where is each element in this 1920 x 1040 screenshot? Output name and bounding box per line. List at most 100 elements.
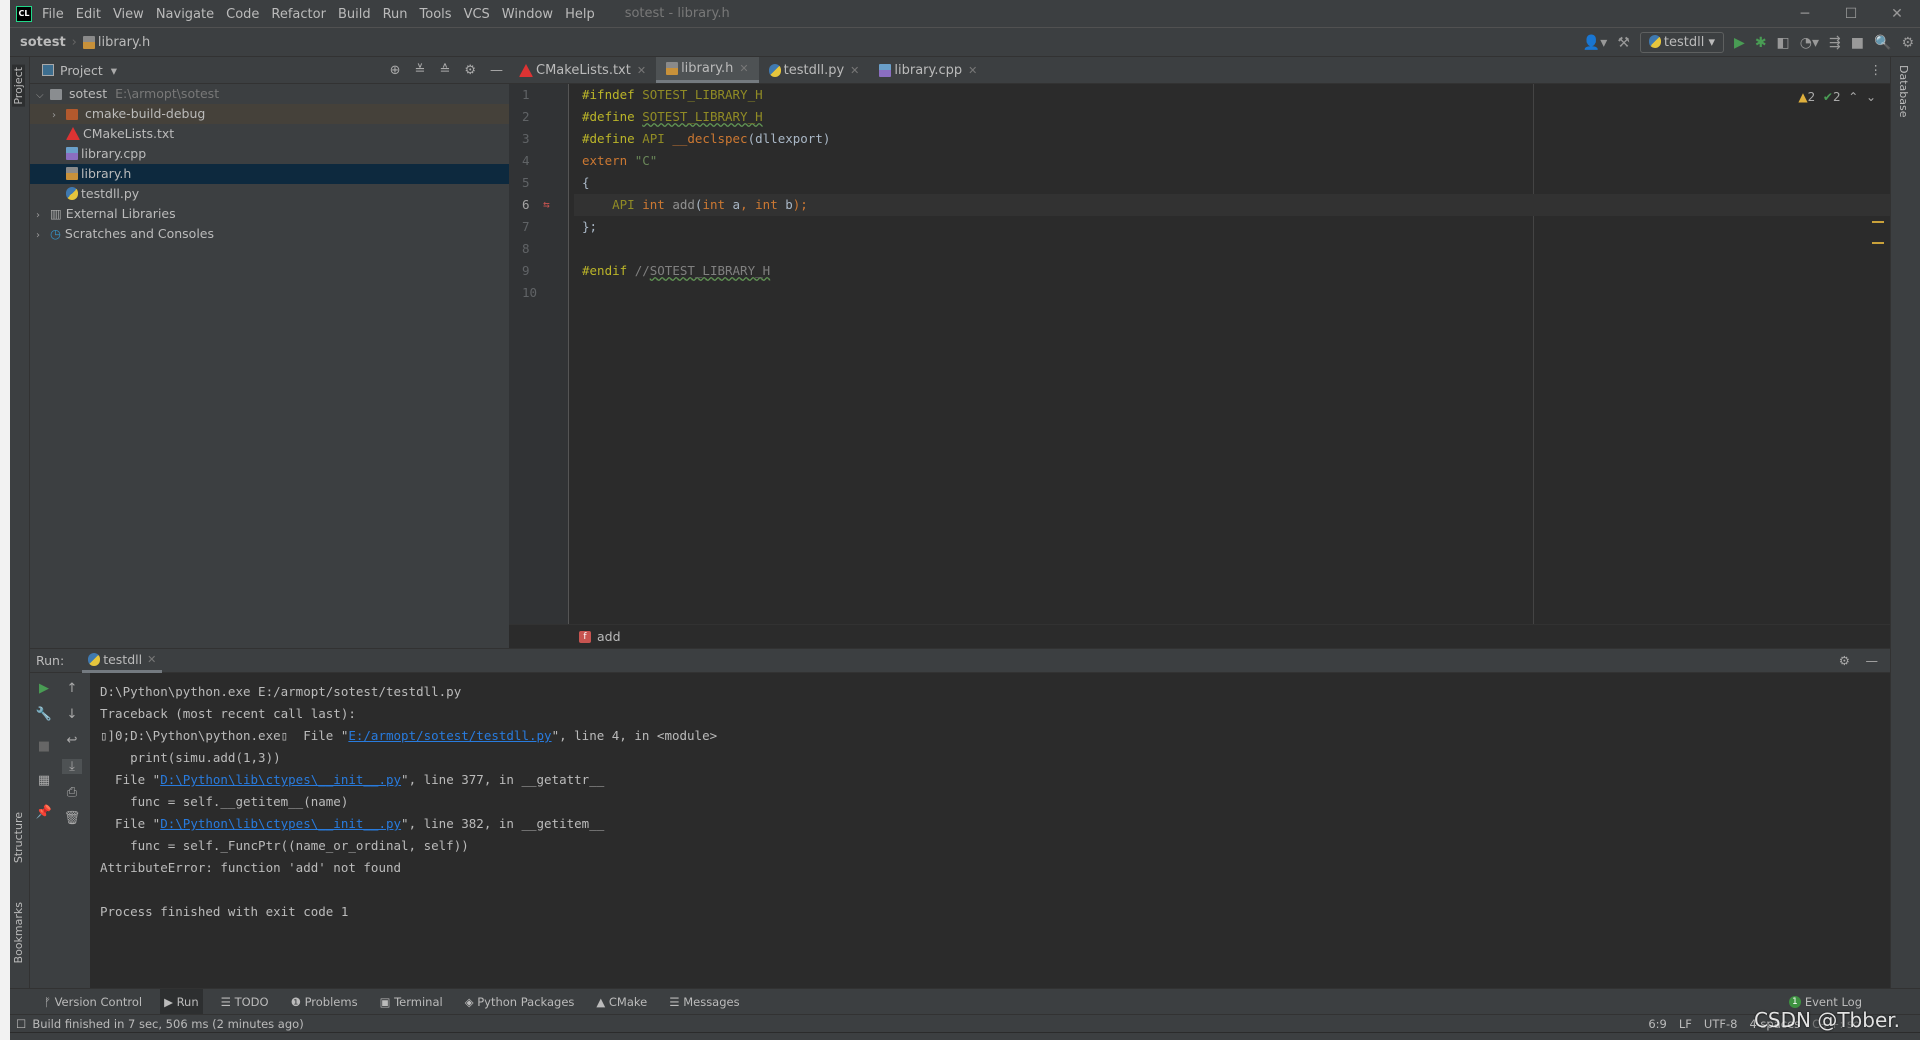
attach-icon[interactable]: ⇶	[1829, 35, 1841, 51]
coverage-icon[interactable]: ◧	[1777, 35, 1790, 51]
close-tab-icon[interactable]: ✕	[739, 62, 748, 75]
stop-icon[interactable]: ■	[1851, 35, 1864, 51]
more-tabs-icon[interactable]: ⋮	[1870, 62, 1883, 77]
tool-run[interactable]: ▶ Run	[160, 988, 203, 1015]
line-separator[interactable]: LF	[1679, 1017, 1692, 1031]
tab-cmakelists[interactable]: CMakeLists.txt ✕	[509, 57, 656, 83]
tree-item-sotest[interactable]: ⌵ sotest E:\armopt\sotest	[30, 84, 509, 104]
problems-icon: ❶	[290, 994, 305, 1009]
layout-icon[interactable]: ▦	[34, 773, 54, 788]
run-tab-testdll[interactable]: testdll ✕	[82, 649, 163, 673]
print-icon[interactable]: ⎙	[62, 785, 82, 800]
menu-refactor[interactable]: Refactor	[271, 7, 326, 22]
menu-vcs[interactable]: VCS	[464, 7, 490, 22]
close-tab-icon[interactable]: ✕	[968, 64, 977, 77]
soft-wrap-icon[interactable]: ↩	[62, 733, 82, 748]
menu-help[interactable]: Help	[565, 7, 595, 22]
search-icon[interactable]: 🔍	[1874, 35, 1891, 51]
tree-item-external-libraries[interactable]: › ▥ External Libraries	[30, 204, 509, 224]
close-tab-icon[interactable]: ✕	[850, 64, 859, 77]
menu-view[interactable]: View	[113, 7, 144, 22]
pin-icon[interactable]: 📌	[34, 805, 54, 820]
run-icon: ▶	[164, 994, 177, 1009]
file-link[interactable]: D:\Python\lib\ctypes\__init__.py	[160, 816, 401, 831]
tool-python-packages[interactable]: ◈ Python Packages	[461, 989, 579, 1015]
tool-version-control[interactable]: ᚠ Version Control	[40, 989, 146, 1015]
profile-icon[interactable]: ◔▾	[1800, 35, 1819, 51]
breadcrumb-file[interactable]: library.h	[98, 35, 150, 50]
tree-item-scratches[interactable]: › ◷ Scratches and Consoles	[30, 224, 509, 244]
menu-window[interactable]: Window	[502, 7, 553, 22]
next-highlight-icon[interactable]: ⌄	[1866, 90, 1876, 104]
warning-marker[interactable]	[1872, 221, 1884, 223]
rerun-icon[interactable]: ▶	[34, 681, 54, 696]
line-number: 5	[522, 175, 530, 190]
collapse-all-icon[interactable]: ≙	[439, 63, 450, 78]
structure-tool-tab[interactable]: Structure	[12, 812, 25, 863]
tree-item-library-h[interactable]: library.h	[30, 164, 509, 184]
database-tool-tab[interactable]: Database	[1897, 65, 1910, 118]
project-view-dropdown[interactable]: Project	[60, 63, 103, 78]
status-message[interactable]: Build finished in 7 sec, 506 ms (2 minut…	[32, 1017, 303, 1031]
tool-problems[interactable]: ❶ Problems	[287, 989, 362, 1015]
menu-edit[interactable]: Edit	[76, 7, 101, 22]
close-tab-icon[interactable]: ✕	[147, 653, 156, 666]
project-tool-tab[interactable]: Project	[12, 65, 25, 107]
tab-library-cpp[interactable]: library.cpp ✕	[869, 57, 987, 83]
stop-icon[interactable]: ■	[34, 739, 54, 754]
tool-messages[interactable]: ☰ Messages	[665, 989, 743, 1015]
code-editor[interactable]: 1 2 3 4 5 6 ⇆ 7 8 9 10 #ifndef SOTEST_LIB…	[509, 84, 1890, 624]
debug-icon[interactable]: ✱	[1755, 35, 1767, 51]
inspection-widget[interactable]: ▲2 ✔2 ⌃ ⌄	[1798, 90, 1876, 104]
close-tab-icon[interactable]: ✕	[637, 64, 646, 77]
hide-icon[interactable]: —	[1866, 653, 1879, 668]
wrench-icon[interactable]: 🔧	[34, 707, 54, 722]
breadcrumb-function[interactable]: add	[597, 629, 621, 644]
tree-item-cmakelists[interactable]: CMakeLists.txt	[30, 124, 509, 144]
tab-library-h[interactable]: library.h ✕	[656, 57, 759, 83]
up-arrow-icon[interactable]: ↑	[62, 681, 82, 696]
run-config-dropdown[interactable]: testdll ▾	[1639, 32, 1725, 53]
file-encoding[interactable]: UTF-8	[1704, 1017, 1738, 1031]
caret-position[interactable]: 6:9	[1648, 1017, 1667, 1031]
warning-marker[interactable]	[1872, 242, 1884, 244]
scroll-to-end-icon[interactable]: ⤓	[62, 759, 82, 774]
maximize-icon[interactable]: ☐	[1828, 0, 1874, 28]
gear-icon[interactable]: ⚙	[1839, 653, 1850, 668]
build-hammer-icon[interactable]: ⚒	[1617, 35, 1630, 51]
tree-item-testdll-py[interactable]: testdll.py	[30, 184, 509, 204]
tree-item-cmake-build-debug[interactable]: › cmake-build-debug	[30, 104, 509, 124]
run-console-output[interactable]: D:\Python\python.exe E:/armopt/sotest/te…	[90, 673, 1890, 988]
menu-navigate[interactable]: Navigate	[156, 7, 214, 22]
close-icon[interactable]: ✕	[1874, 0, 1920, 28]
tool-terminal[interactable]: ▣ Terminal	[376, 989, 447, 1015]
status-toggle-icon[interactable]: ☐	[16, 1017, 26, 1031]
trash-icon[interactable]: 🗑	[62, 811, 82, 826]
gear-icon[interactable]: ⚙	[464, 63, 476, 78]
menu-run[interactable]: Run	[383, 7, 408, 22]
minimize-icon[interactable]: ─	[1782, 0, 1828, 28]
file-link[interactable]: E:/armopt/sotest/testdll.py	[348, 728, 551, 743]
menu-code[interactable]: Code	[226, 7, 259, 22]
navigate-declaration-icon[interactable]: ⇆	[543, 194, 550, 216]
tool-todo[interactable]: ☰ TODO	[217, 989, 273, 1015]
locate-icon[interactable]: ⊕	[390, 63, 401, 78]
expand-all-icon[interactable]: ≚	[415, 63, 426, 78]
tab-testdll-py[interactable]: testdll.py ✕	[759, 57, 870, 83]
tree-item-library-cpp[interactable]: library.cpp	[30, 144, 509, 164]
user-icon[interactable]: 👤▾	[1583, 35, 1607, 51]
python-icon	[88, 652, 101, 666]
bookmarks-tool-tab[interactable]: Bookmarks	[12, 902, 25, 963]
down-arrow-icon[interactable]: ↓	[62, 707, 82, 722]
menu-file[interactable]: File	[42, 7, 64, 22]
breadcrumb-project[interactable]: sotest	[20, 35, 66, 50]
run-icon[interactable]: ▶	[1734, 35, 1745, 51]
tool-cmake[interactable]: ▲ CMake	[592, 989, 651, 1015]
file-link[interactable]: D:\Python\lib\ctypes\__init__.py	[160, 772, 401, 787]
header-file-icon	[66, 167, 78, 180]
gear-icon[interactable]: ⚙	[1901, 35, 1914, 51]
hide-icon[interactable]: —	[490, 63, 503, 78]
prev-highlight-icon[interactable]: ⌃	[1848, 90, 1858, 104]
menu-build[interactable]: Build	[338, 7, 371, 22]
menu-tools[interactable]: Tools	[420, 7, 452, 22]
